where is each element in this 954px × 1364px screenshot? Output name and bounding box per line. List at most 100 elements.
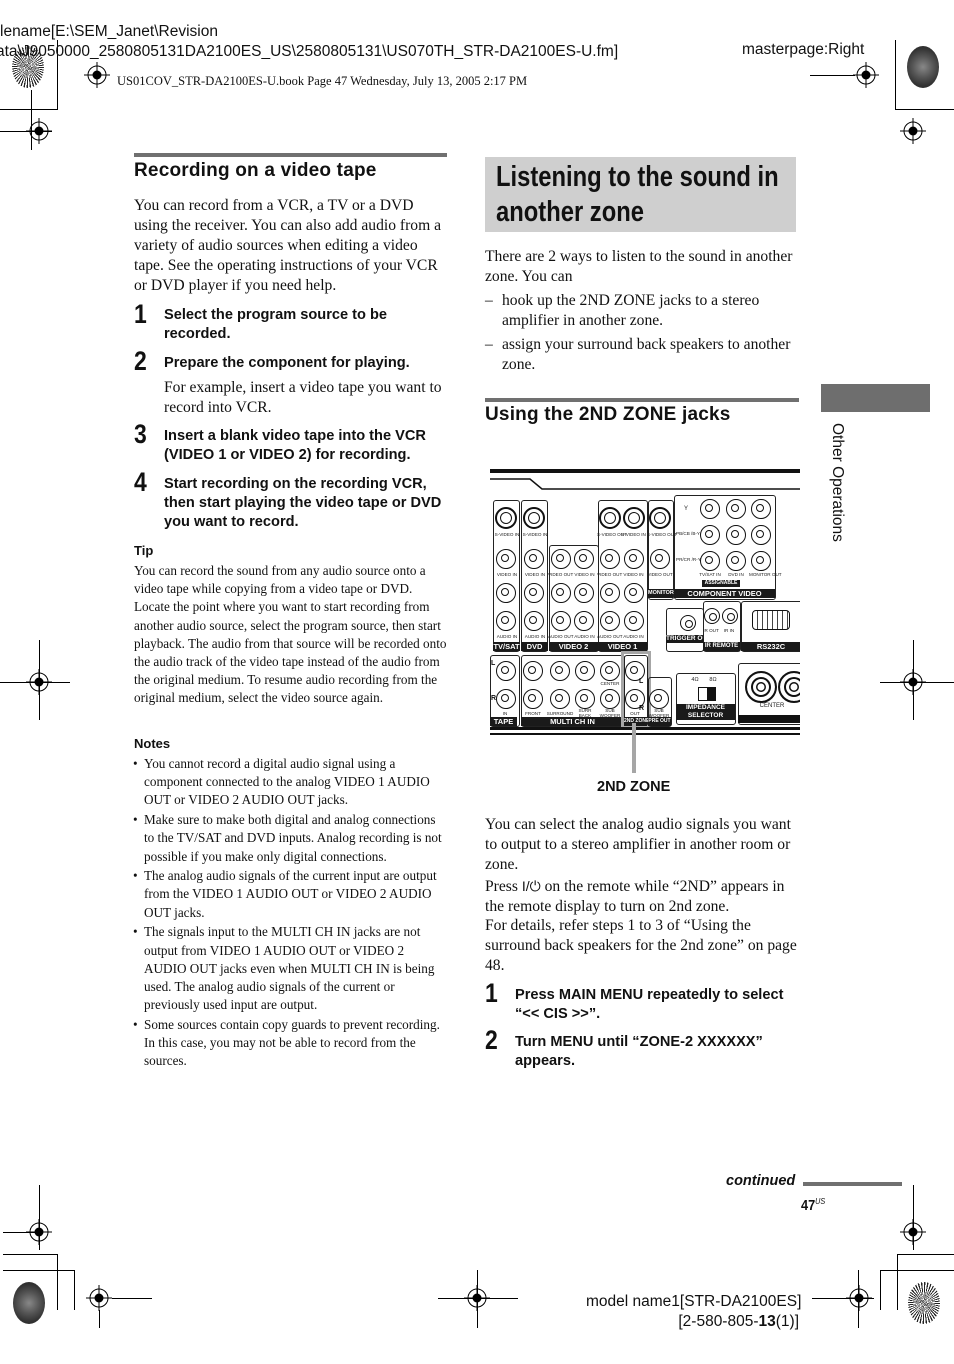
side-tab-marker — [821, 384, 930, 412]
rca-jack — [550, 689, 570, 709]
crop-mark — [913, 1185, 914, 1250]
jack-label: SURROUND — [546, 711, 574, 716]
masterpage-label: masterpage:Right — [742, 41, 865, 58]
step-text: Prepare the component for playing. — [164, 355, 410, 371]
page-number-suffix: US — [815, 1196, 826, 1206]
group-label-pre-out: PRE OUT — [648, 717, 671, 726]
jack-label: CENTER — [759, 703, 785, 709]
group-label-tape: TAPE — [490, 717, 517, 726]
rca-jack — [726, 525, 746, 545]
jack-label: FRONT — [525, 711, 541, 716]
continued-label: continued — [726, 1173, 796, 1189]
group-label-monitor: MONITOR — [648, 589, 674, 598]
side-tab-label: Other Operations — [829, 423, 846, 542]
jack-label: PB/CB /B-Y — [676, 531, 700, 536]
svideo-jack — [495, 507, 517, 529]
terminal-base — [738, 715, 800, 723]
crop-mark — [74, 1270, 75, 1310]
rca-jack — [496, 689, 516, 709]
svideo-jack — [599, 507, 621, 529]
registration-starburst-icon — [908, 1282, 940, 1324]
para2-text: Press — [485, 878, 522, 895]
page-number-value: 47 — [801, 1197, 816, 1214]
jack-label: 8Ω — [709, 677, 717, 683]
rca-jack — [496, 583, 516, 603]
note-item: Some sources contain copy guards to prev… — [133, 1016, 448, 1071]
step-number: 3 — [134, 419, 147, 449]
rca-jack — [624, 549, 644, 569]
rca-jack — [524, 611, 544, 631]
jack-label: Y — [683, 506, 688, 512]
group-label-ir-remote: IR REMOTE — [703, 642, 740, 651]
registration-target-icon — [853, 62, 879, 88]
rca-jack — [700, 551, 720, 571]
rear-panel-diagram: S-VIDEO IN VIDEO IN AUDIO IN TV/SAT S-VI… — [490, 465, 800, 795]
jack-label: 4Ω — [691, 677, 699, 683]
chapter-title-line1: Listening to the sound in — [496, 161, 779, 193]
jack-label: AUDIO IN — [574, 634, 595, 639]
jack-label: AUDIO IN — [496, 634, 518, 639]
section-rule — [485, 398, 799, 402]
jack-label: IR IN — [723, 628, 735, 633]
crop-mark — [3, 1232, 39, 1233]
group-label-multi-ch-in: MULTI CH IN — [521, 717, 624, 726]
note-item: Make sure to make both digital and analo… — [133, 811, 448, 866]
group-label-dvd: DVD — [521, 642, 548, 651]
zone-para2: Press I/⏻ on the remote while “2ND” appe… — [485, 876, 803, 917]
model-code-text: [2-580-805- — [678, 1313, 759, 1330]
impedance-switch[interactable] — [698, 687, 716, 701]
rca-jack — [551, 583, 571, 603]
jack-label: AUDIO IN — [623, 634, 644, 639]
rca-jack — [523, 661, 543, 681]
crop-mark — [3, 1270, 75, 1271]
rca-jack — [523, 689, 543, 709]
step-text: Select the program source to be recorded… — [164, 307, 388, 342]
svideo-jack — [623, 507, 645, 529]
group-label-rs232c: RS232C — [741, 642, 800, 651]
rca-jack — [751, 499, 771, 519]
jack-label: AUDIO OUT — [548, 634, 574, 639]
rca-jack — [574, 583, 594, 603]
chassis-edge — [490, 469, 800, 473]
rca-jack — [751, 525, 771, 545]
svideo-jack — [523, 507, 545, 529]
model-code-revision: 13 — [758, 1313, 776, 1330]
jack-label: TV/SAT IN — [699, 572, 721, 577]
group-label-trigger-out: TRIGGER OUT — [666, 635, 712, 643]
rca-jack — [600, 549, 620, 569]
jack-label: MONITOR OUT — [749, 572, 782, 577]
step-number: 1 — [134, 299, 147, 329]
jack-label: S-VIDEO OUT — [647, 532, 677, 537]
rca-jack — [600, 661, 620, 681]
serial-connector-icon — [752, 610, 790, 630]
svideo-jack — [649, 507, 671, 529]
chapter-title-box: Listening to the sound in another zone — [485, 157, 796, 232]
tip-text: You can record the sound from any audio … — [134, 563, 447, 706]
group-label-video2: VIDEO 2 — [549, 642, 598, 651]
chassis-edge — [490, 733, 800, 735]
notes-list: You cannot record a digital audio signal… — [133, 755, 448, 1072]
rca-jack — [726, 499, 746, 519]
jack-label: PR/CR /R-Y — [676, 557, 701, 562]
zone-option: hook up the 2ND ZONE jacks to a stereo a… — [485, 291, 803, 331]
callout-leader-line — [632, 723, 636, 773]
jack-label: IN — [502, 711, 508, 716]
step-text: Press MAIN MENU repeatedly to select “<<… — [515, 987, 784, 1022]
filename-line1: lename[E:\SEM_Janet\Revision — [0, 23, 218, 40]
rca-jack — [551, 611, 571, 631]
note-item: The analog audio signals of the current … — [133, 867, 448, 922]
zone-para1: You can select the analog audio signals … — [485, 816, 791, 873]
crop-mark — [897, 1254, 954, 1255]
channel-label: L — [491, 660, 496, 667]
jack-label: AUDIO IN — [524, 634, 546, 639]
crop-mark — [477, 1270, 478, 1328]
rca-jack — [700, 499, 720, 519]
jack-label: S-VIDEO IN — [494, 532, 520, 537]
registration-starburst-icon — [907, 46, 939, 88]
crop-mark — [39, 1185, 40, 1250]
rca-jack — [649, 689, 669, 709]
power-symbol-icon: I/⏻ — [521, 878, 541, 894]
jack-label: CENTER — [600, 681, 620, 686]
zone-options: hook up the 2ND ZONE jacks to a stereo a… — [485, 291, 803, 375]
jack-label: VIDEO IN — [574, 572, 595, 577]
